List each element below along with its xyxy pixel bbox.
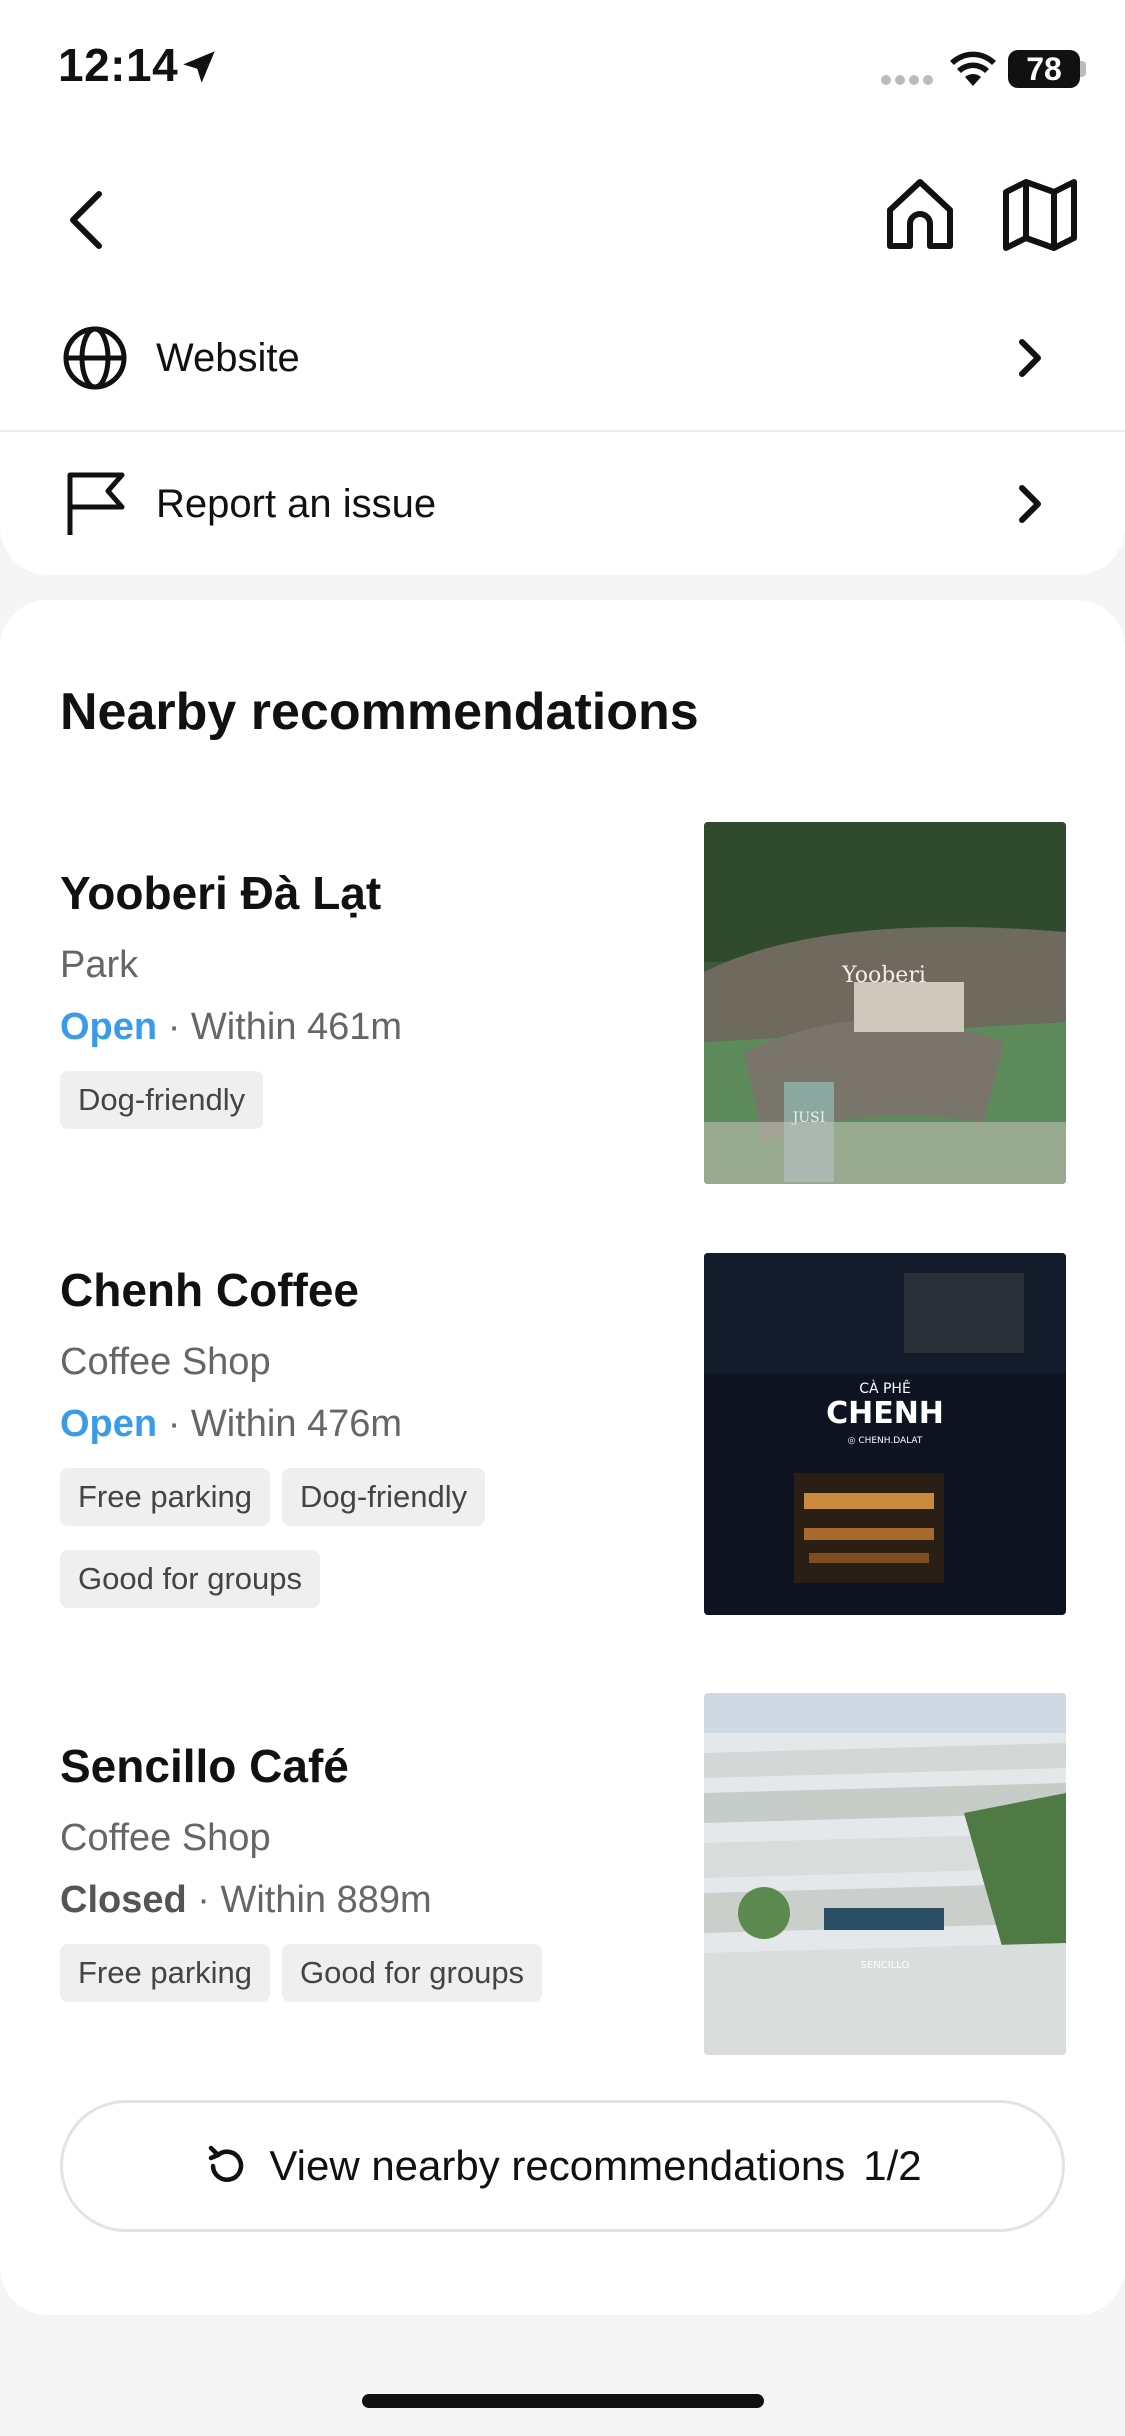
place-name: Sencillo Café [60, 1740, 349, 1792]
place-photo-graphic: SENCILLO [704, 1693, 1066, 2055]
status-time: 12:14 [58, 39, 179, 91]
open-status: Open [60, 1006, 158, 1048]
home-icon[interactable] [880, 174, 960, 254]
place-distance: · Within 889m [197, 1879, 432, 1921]
place-name: Yooberi Đà Lạt [60, 867, 382, 919]
wifi-icon [950, 51, 996, 86]
tag: Dog-friendly [60, 1071, 264, 1129]
photo-text: CHENH [826, 1396, 944, 1431]
place-photo[interactable]: Yooberi JUSI [704, 822, 1066, 1184]
place-photo[interactable]: SENCILLO [704, 1693, 1066, 2055]
flag-icon [67, 472, 125, 535]
chevron-right-icon [1019, 339, 1041, 377]
view-more-button[interactable]: View nearby recommendations 1/2 [60, 2100, 1065, 2232]
place-photo[interactable]: CÀ PHÊ CHENH ◎ CHENH.DALAT [704, 1253, 1066, 1615]
map-icon[interactable] [998, 174, 1082, 254]
battery-tip [1080, 61, 1086, 77]
tag-list: Free parking Dog-friendly Good for group… [60, 1468, 660, 1608]
photo-text: Yooberi [841, 963, 926, 988]
status-bar: 12:14 78 [0, 0, 1125, 140]
cellular-signal-icon [881, 75, 933, 85]
website-label: Website [156, 335, 300, 380]
view-more-label: View nearby recommendations [269, 2142, 846, 2189]
tag: Dog-friendly [282, 1468, 486, 1526]
place-category: Coffee Shop [60, 1817, 271, 1859]
page-indicator: 1/2 [863, 2142, 922, 2189]
place-photo-graphic: Yooberi JUSI [704, 822, 1066, 1184]
place-name: Chenh Coffee [60, 1264, 359, 1316]
place-status-line: Closed · Within 889m [60, 1879, 432, 1922]
tag: Good for groups [60, 1550, 321, 1608]
globe-icon [63, 326, 127, 390]
report-issue-row[interactable]: Report an issue [0, 432, 1125, 576]
place-category: Park [60, 944, 139, 986]
place-distance: · Within 461m [167, 1006, 403, 1048]
place-category: Coffee Shop [60, 1341, 271, 1383]
tag: Free parking [60, 1944, 271, 2002]
place-status-line: Open · Within 476m [60, 1403, 402, 1446]
tag: Good for groups [282, 1944, 543, 2002]
refresh-icon [209, 2145, 244, 2182]
place-status-line: Open · Within 461m [60, 1006, 402, 1049]
open-status: Open [60, 1403, 158, 1445]
section-title: Nearby recommendations [60, 683, 699, 741]
tag-list: Dog-friendly [60, 1071, 660, 1129]
photo-text: SENCILLO [861, 1960, 910, 1971]
website-row[interactable]: Website [0, 286, 1125, 430]
tag: Free parking [60, 1468, 271, 1526]
top-card: Website Report an issue [0, 140, 1125, 575]
back-button[interactable] [50, 180, 120, 260]
location-arrow-icon [183, 51, 215, 83]
closed-status: Closed [60, 1879, 187, 1921]
chevron-left-icon [70, 191, 102, 249]
recommendations-card: Nearby recommendations Yooberi Đà Lạt Pa… [0, 600, 1125, 2315]
battery-indicator: 78 [1008, 50, 1080, 88]
tag-list: Free parking Good for groups [60, 1944, 660, 2002]
place-photo-graphic: CÀ PHÊ CHENH ◎ CHENH.DALAT [704, 1253, 1066, 1615]
place-distance: · Within 476m [167, 1403, 403, 1445]
photo-subtext: CÀ PHÊ [859, 1379, 911, 1397]
photo-handle: ◎ CHENH.DALAT [848, 1436, 923, 1446]
home-indicator[interactable] [362, 2394, 764, 2408]
report-issue-label: Report an issue [156, 481, 437, 526]
chevron-right-icon [1019, 485, 1041, 523]
